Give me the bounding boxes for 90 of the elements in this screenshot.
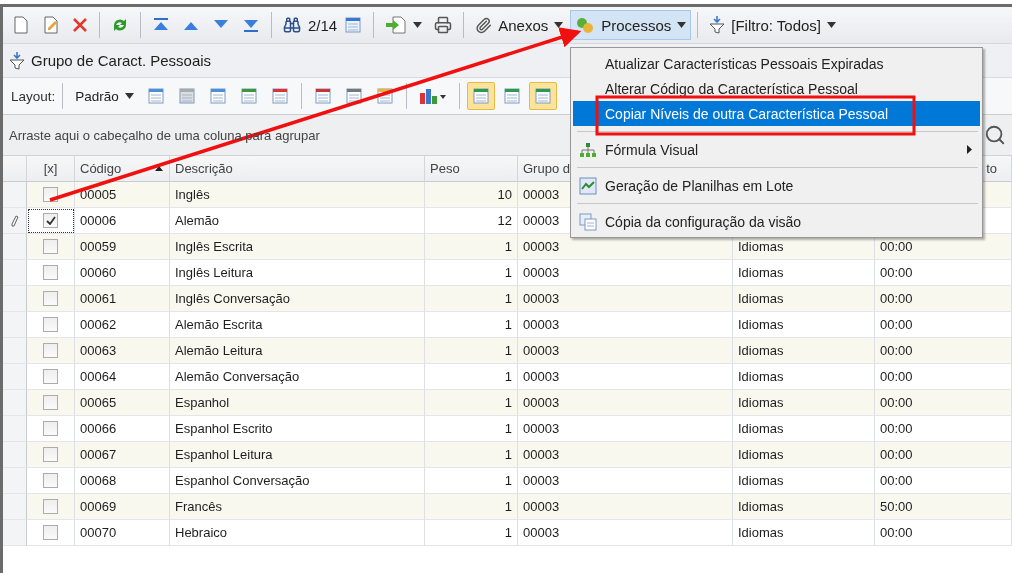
table-cell: Francês <box>170 494 425 520</box>
column-header[interactable]: [x] <box>27 156 75 182</box>
table-cell: 1 <box>425 234 518 260</box>
table-cell: 1 <box>425 390 518 416</box>
table-cell: 00006 <box>75 208 170 234</box>
processes-button[interactable]: Processos <box>570 10 692 40</box>
table-cell: 1 <box>425 286 518 312</box>
table-cell: Espanhol <box>170 390 425 416</box>
table-cell: 00:00 <box>875 312 1012 338</box>
column-header[interactable]: Descrição <box>170 156 425 182</box>
table-cell: Inglês Escrita <box>170 234 425 260</box>
table-cell: 00005 <box>75 182 170 208</box>
table-cell: 00003 <box>518 338 733 364</box>
table-cell: Idiomas <box>733 364 875 390</box>
table-cell: 00062 <box>75 312 170 338</box>
table-cell: 00003 <box>518 364 733 390</box>
table-cell: Idiomas <box>733 416 875 442</box>
table-cell: 10 <box>425 182 518 208</box>
table-cell: Espanhol Conversação <box>170 468 425 494</box>
table-cell: 1 <box>425 442 518 468</box>
table-cell: 00003 <box>518 312 733 338</box>
table-cell: 1 <box>425 312 518 338</box>
table-cell: Espanhol Leitura <box>170 442 425 468</box>
table-cell: 00003 <box>518 260 733 286</box>
table-cell: Espanhol Escrito <box>170 416 425 442</box>
table-cell: 00069 <box>75 494 170 520</box>
table-cell: 00003 <box>518 442 733 468</box>
table-cell: 00067 <box>75 442 170 468</box>
table-cell: 00:00 <box>875 468 1012 494</box>
table-cell: Idiomas <box>733 286 875 312</box>
table-cell: 00:00 <box>875 520 1012 546</box>
table-cell: Alemão <box>170 208 425 234</box>
table-cell: Alemão Conversação <box>170 364 425 390</box>
filter-button[interactable]: [Filtro: Todos] <box>704 10 842 40</box>
column-header[interactable]: Código <box>75 156 170 182</box>
table-cell: 00003 <box>518 520 733 546</box>
table-cell: 1 <box>425 468 518 494</box>
table-cell: 00:00 <box>875 364 1012 390</box>
table-cell: 1 <box>425 338 518 364</box>
layout-preset-dropdown[interactable]: Padrão <box>70 81 139 111</box>
menu-item[interactable]: Atualizar Características Pessoais Expiradas <box>573 51 980 76</box>
table-cell: Idiomas <box>733 468 875 494</box>
table-cell: 1 <box>425 416 518 442</box>
table-cell: 00:00 <box>875 442 1012 468</box>
table-cell: Alemão Leitura <box>170 338 425 364</box>
table-cell: 00003 <box>518 468 733 494</box>
table-cell: 00:00 <box>875 390 1012 416</box>
table-cell: 00060 <box>75 260 170 286</box>
table-cell: 50:00 <box>875 494 1012 520</box>
table-cell: 1 <box>425 260 518 286</box>
menu-item[interactable]: Fórmula Visual <box>573 137 980 162</box>
record-counter: 2/14 <box>308 16 338 34</box>
table-cell: Idiomas <box>733 338 875 364</box>
table-cell: 00:00 <box>875 416 1012 442</box>
table-cell: Idiomas <box>733 520 875 546</box>
table-cell: 1 <box>425 494 518 520</box>
table-cell: 00064 <box>75 364 170 390</box>
table-cell: 00061 <box>75 286 170 312</box>
table-cell: 00065 <box>75 390 170 416</box>
table-cell: Idiomas <box>733 494 875 520</box>
attachments-button[interactable]: Anexos <box>470 10 569 40</box>
table-cell: 00070 <box>75 520 170 546</box>
table-cell: 00:00 <box>875 338 1012 364</box>
layout-label: Layout: <box>11 88 56 104</box>
table-cell: Idiomas <box>733 390 875 416</box>
table-cell: 00063 <box>75 338 170 364</box>
table-cell: 00003 <box>518 286 733 312</box>
table-cell: 00059 <box>75 234 170 260</box>
table-cell: Idiomas <box>733 312 875 338</box>
column-header[interactable]: Peso <box>425 156 518 182</box>
table-cell: 1 <box>425 364 518 390</box>
view-title: Grupo de Caract. Pessoais <box>31 52 212 69</box>
table-cell: 00003 <box>518 416 733 442</box>
table-cell: 00003 <box>518 390 733 416</box>
table-cell: Inglês Leitura <box>170 260 425 286</box>
menu-item[interactable]: Alterar Código da Característica Pessoal <box>573 76 980 101</box>
table-cell: 00:00 <box>875 286 1012 312</box>
table-cell: 00066 <box>75 416 170 442</box>
table-cell: Hebraico <box>170 520 425 546</box>
table-cell: 00068 <box>75 468 170 494</box>
table-cell: Inglês <box>170 182 425 208</box>
table-cell: 1 <box>425 520 518 546</box>
table-cell: Alemão Escrita <box>170 312 425 338</box>
table-cell: 00003 <box>518 494 733 520</box>
menu-item[interactable]: Copiar Níveis de outra Característica Pessoal <box>573 101 980 126</box>
table-cell: Idiomas <box>733 442 875 468</box>
table-cell: 12 <box>425 208 518 234</box>
table-cell: Inglês Conversação <box>170 286 425 312</box>
table-cell: 00:00 <box>875 260 1012 286</box>
table-cell: Idiomas <box>733 260 875 286</box>
